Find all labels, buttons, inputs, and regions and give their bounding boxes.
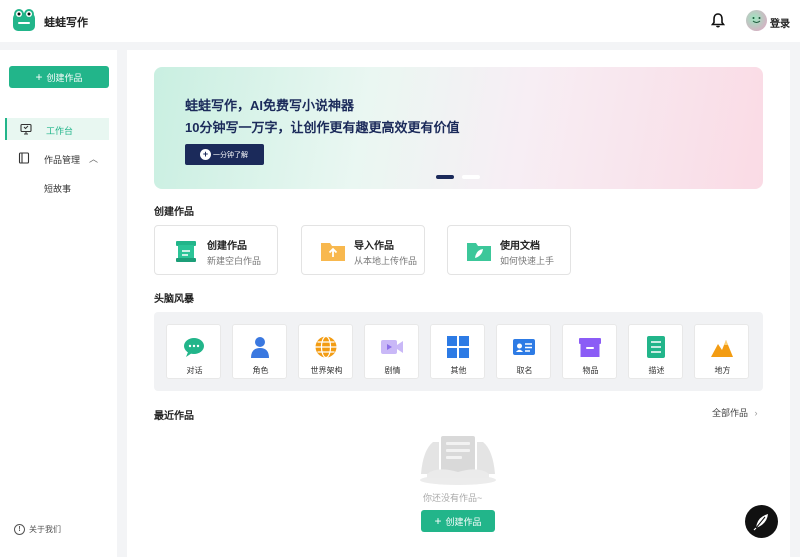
login-link[interactable]: 登录 <box>770 15 790 30</box>
tile-label: 其他 <box>450 366 467 375</box>
plus-icon: + <box>35 70 43 84</box>
sidebar: + 创建作品 工作台 作品管理 ︿ 短故事 ! 关于我们 <box>0 50 117 557</box>
sidebar-subitem-short-story[interactable]: 短故事 <box>44 182 71 195</box>
plus-circle-icon: + <box>200 149 211 160</box>
book-icon <box>18 152 30 164</box>
tile-plot[interactable]: 剧情 <box>364 324 419 379</box>
smile-icon <box>752 17 761 23</box>
tile-character[interactable]: 角色 <box>232 324 287 379</box>
top-bar: 蛙蛙写作 登录 <box>0 0 800 42</box>
tile-label: 世界架构 <box>310 366 343 375</box>
tile-label: 剧情 <box>384 366 401 375</box>
monitor-icon <box>20 123 32 135</box>
card-subtitle: 从本地上传作品 <box>354 256 418 266</box>
bell-icon[interactable] <box>711 13 725 28</box>
scroll-icon <box>176 241 196 262</box>
card-title: 导入作品 <box>354 241 394 252</box>
create-work-label: 创建作品 <box>445 516 482 527</box>
create-work-label: 创建作品 <box>46 72 83 83</box>
globe-icon <box>315 335 337 359</box>
info-icon: ! <box>14 524 25 535</box>
card-subtitle: 新建空白作品 <box>207 256 262 266</box>
create-work-button-empty[interactable]: + 创建作品 <box>421 510 495 532</box>
banner-subheadline: 10分钟写一万字，让创作更有趣更高效更有价值 <box>185 120 460 135</box>
box-icon <box>579 338 601 357</box>
tile-description[interactable]: 描述 <box>628 324 683 379</box>
quill-icon <box>753 514 768 531</box>
promo-banner[interactable]: 蛙蛙写作，AI免费写小说神器 10分钟写一万字，让创作更有趣更高效更有价值 + … <box>154 67 763 189</box>
upload-folder-icon <box>321 243 345 261</box>
create-work-button[interactable]: + 创建作品 <box>9 66 109 88</box>
all-works-label: 全部作品 <box>712 408 749 418</box>
tile-items[interactable]: 物品 <box>562 324 617 379</box>
banner-headline: 蛙蛙写作，AI免费写小说神器 <box>185 98 355 113</box>
tile-label: 取名 <box>516 366 533 375</box>
person-icon <box>251 337 269 358</box>
tile-label: 地方 <box>714 366 731 375</box>
card-docs[interactable]: 使用文档 如何快速上手 <box>447 225 571 275</box>
card-create-work[interactable]: 创建作品 新建空白作品 <box>154 225 278 275</box>
app-name: 蛙蛙写作 <box>44 17 88 29</box>
card-subtitle: 如何快速上手 <box>500 256 555 266</box>
sidebar-item-label: 工作台 <box>46 126 74 136</box>
plus-icon: + <box>434 514 442 528</box>
card-title: 使用文档 <box>500 241 540 252</box>
card-import-work[interactable]: 导入作品 从本地上传作品 <box>301 225 425 275</box>
document-icon <box>647 336 665 358</box>
about-link[interactable]: ! 关于我们 <box>14 524 61 535</box>
tile-world-building[interactable]: 世界架构 <box>298 324 353 379</box>
empty-state-text: 你还没有作品~ <box>423 493 483 503</box>
frog-logo-icon <box>13 9 35 31</box>
all-works-link[interactable]: 全部作品 › <box>712 406 758 419</box>
tile-places[interactable]: 地方 <box>694 324 749 379</box>
learn-more-label: 一分钟了解 <box>213 151 248 159</box>
avatar[interactable] <box>746 10 767 31</box>
brainstorm-panel: 对话 角色 世界架构 剧情 其他 取名 物品 描述 地方 <box>154 312 763 391</box>
mountain-icon <box>711 340 733 357</box>
empty-state-illustration <box>420 436 496 485</box>
carousel-dot-active[interactable] <box>436 175 454 179</box>
chat-bubble-icon <box>184 338 204 357</box>
tile-other[interactable]: 其他 <box>430 324 485 379</box>
quill-fab-button[interactable] <box>745 505 778 538</box>
sidebar-item-workbench[interactable]: 工作台 <box>5 118 109 140</box>
about-label: 关于我们 <box>29 525 61 534</box>
id-card-icon <box>513 339 535 355</box>
create-section-title: 创建作品 <box>154 207 194 218</box>
sidebar-item-label: 作品管理 <box>44 155 81 165</box>
tile-dialogue[interactable]: 对话 <box>166 324 221 379</box>
recent-section-title: 最近作品 <box>154 411 194 422</box>
grid-icon <box>447 336 469 358</box>
brainstorm-section-title: 头脑风暴 <box>154 294 194 305</box>
tile-label: 对话 <box>186 366 203 375</box>
card-title: 创建作品 <box>207 241 247 252</box>
main-content: 蛙蛙写作，AI免费写小说神器 10分钟写一万字，让创作更有趣更高效更有价值 + … <box>127 50 790 557</box>
tile-label: 角色 <box>252 366 269 375</box>
tile-label: 描述 <box>648 366 665 375</box>
chevron-right-icon: › <box>754 408 758 418</box>
video-icon <box>381 340 403 354</box>
leaf-folder-icon <box>467 243 491 261</box>
tile-naming[interactable]: 取名 <box>496 324 551 379</box>
carousel-dot[interactable] <box>462 175 480 179</box>
sidebar-item-works[interactable]: 作品管理 ︿ <box>5 147 109 169</box>
tile-label: 物品 <box>582 366 599 375</box>
chevron-up-icon[interactable]: ︿ <box>89 152 98 165</box>
learn-more-button[interactable]: + 一分钟了解 <box>185 144 264 165</box>
